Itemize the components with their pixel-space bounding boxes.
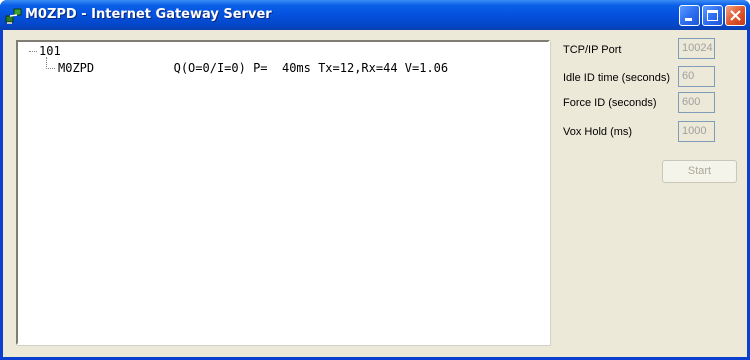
- tcp-port-label: TCP/IP Port: [563, 44, 622, 56]
- network-app-icon: [5, 8, 22, 24]
- tree-connector: [46, 68, 55, 69]
- maximize-button[interactable]: [702, 5, 723, 26]
- force-id-field[interactable]: 600: [678, 92, 715, 113]
- close-icon: [730, 10, 741, 21]
- tree-node-station[interactable]: M0ZPD Q(O=0/I=0) P= 40ms Tx=12,Rx=44 V=1…: [58, 61, 448, 75]
- force-id-label: Force ID (seconds): [563, 97, 657, 109]
- window-title: M0ZPD - Internet Gateway Server: [25, 7, 272, 22]
- app-window: M0ZPD - Internet Gateway Server 101 M0ZP…: [0, 0, 750, 360]
- tree-connector: [29, 51, 37, 52]
- idle-id-field[interactable]: 60: [678, 66, 715, 87]
- client-area: 101 M0ZPD Q(O=0/I=0) P= 40ms Tx=12,Rx=44…: [3, 30, 747, 357]
- start-button[interactable]: Start: [662, 160, 737, 183]
- tree-node-root[interactable]: 101: [39, 44, 61, 58]
- minimize-icon: [685, 18, 692, 21]
- vox-hold-field[interactable]: 1000: [678, 121, 715, 142]
- vox-hold-label: Vox Hold (ms): [563, 126, 633, 138]
- close-button[interactable]: [725, 5, 746, 26]
- connection-tree-view[interactable]: 101 M0ZPD Q(O=0/I=0) P= 40ms Tx=12,Rx=44…: [16, 40, 550, 345]
- maximize-icon: [707, 10, 718, 21]
- tcp-port-field[interactable]: 10024: [678, 38, 715, 59]
- minimize-button[interactable]: [679, 5, 700, 26]
- title-bar[interactable]: M0ZPD - Internet Gateway Server: [0, 0, 750, 30]
- idle-id-label: Idle ID time (seconds): [563, 72, 670, 84]
